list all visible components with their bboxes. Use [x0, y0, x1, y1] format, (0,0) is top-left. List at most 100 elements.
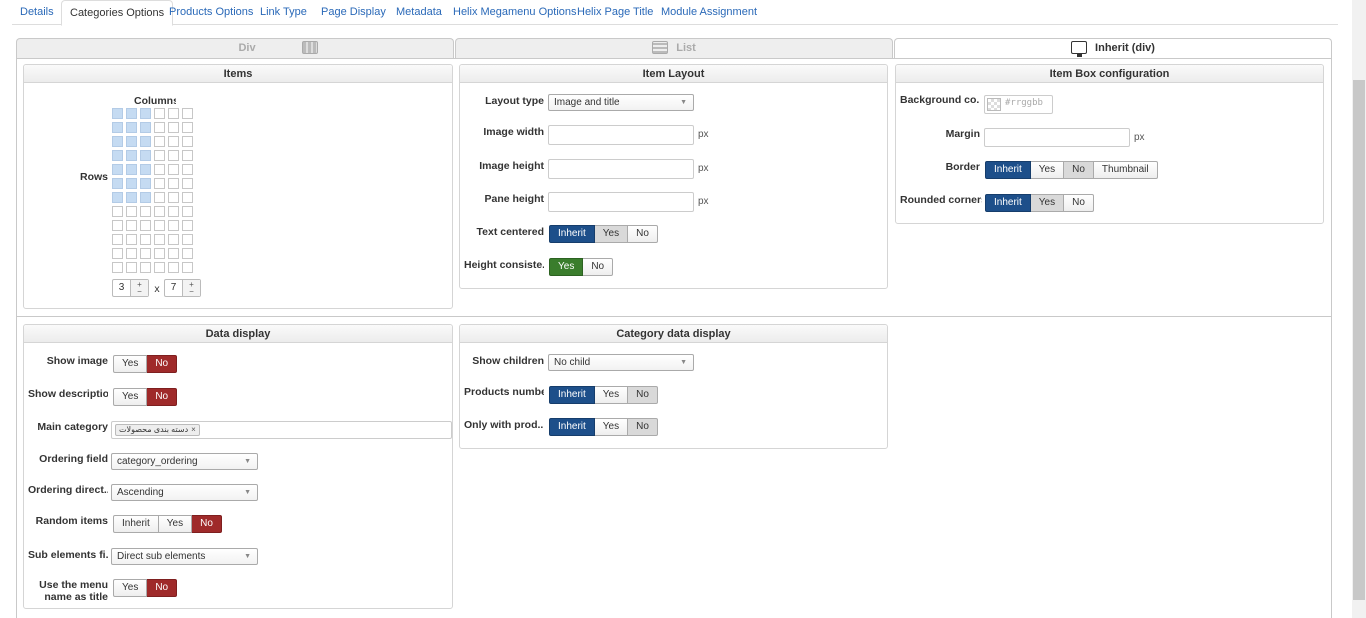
image-width-input[interactable] [548, 125, 694, 145]
layout-tab-inherit[interactable]: Inherit (div) [894, 38, 1332, 59]
tab-details[interactable]: Details [12, 0, 62, 25]
text-centered-no-button[interactable]: No [628, 225, 658, 243]
grid-cell[interactable] [154, 192, 165, 203]
grid-cell[interactable] [154, 262, 165, 273]
grid-cell[interactable] [168, 164, 179, 175]
grid-cell[interactable] [112, 248, 123, 259]
grid-cell[interactable] [112, 122, 123, 133]
image-height-input[interactable] [548, 159, 694, 179]
grid-cell[interactable] [154, 122, 165, 133]
pane-height-input[interactable] [548, 192, 694, 212]
tab-link-type[interactable]: Link Type [252, 0, 315, 25]
grid-cell[interactable] [140, 234, 151, 245]
rows-spinner[interactable]: 7 + − [164, 279, 201, 297]
layout-type-select[interactable]: Image and title ▼ [548, 94, 694, 111]
grid-cell[interactable] [154, 150, 165, 161]
rounded-no-button[interactable]: No [1064, 194, 1094, 212]
scrollbar[interactable] [1352, 0, 1366, 618]
grid-cell[interactable] [182, 220, 193, 231]
random-items-inherit-button[interactable]: Inherit [113, 515, 159, 533]
border-yes-button[interactable]: Yes [1030, 161, 1065, 179]
grid-cell[interactable] [154, 178, 165, 189]
grid-cell[interactable] [168, 262, 179, 273]
grid-cell[interactable] [140, 206, 151, 217]
show-image-yes-button[interactable]: Yes [113, 355, 148, 373]
grid-cell[interactable] [126, 108, 137, 119]
grid-cell[interactable] [112, 192, 123, 203]
grid-cell[interactable] [182, 234, 193, 245]
tab-categories-options[interactable]: Categories Options [61, 0, 174, 26]
grid-cell[interactable] [154, 164, 165, 175]
grid-cell[interactable] [182, 192, 193, 203]
grid-cell[interactable] [112, 150, 123, 161]
grid-cell[interactable] [112, 136, 123, 147]
ordering-direction-select[interactable]: Ascending ▼ [111, 484, 258, 501]
grid-cell[interactable] [168, 136, 179, 147]
products-number-yes-button[interactable]: Yes [594, 386, 629, 404]
grid-cell[interactable] [112, 178, 123, 189]
tab-module-assignment[interactable]: Module Assignment [653, 0, 765, 25]
show-image-no-button[interactable]: No [147, 355, 178, 373]
grid-cell[interactable] [126, 248, 137, 259]
grid-cell[interactable] [182, 122, 193, 133]
columns-stepper[interactable]: + − [130, 280, 148, 296]
grid-cell[interactable] [182, 150, 193, 161]
grid-cell[interactable] [168, 150, 179, 161]
grid-cell[interactable] [126, 192, 137, 203]
grid-cell[interactable] [140, 192, 151, 203]
grid-cell[interactable] [126, 178, 137, 189]
grid-cell[interactable] [140, 220, 151, 231]
only-with-products-inherit-button[interactable]: Inherit [549, 418, 595, 436]
columns-value[interactable]: 3 [113, 280, 130, 296]
grid-cell[interactable] [140, 122, 151, 133]
random-items-yes-button[interactable]: Yes [158, 515, 193, 533]
grid-cell[interactable] [126, 164, 137, 175]
grid-cell[interactable] [168, 178, 179, 189]
grid-cell[interactable] [182, 136, 193, 147]
layout-tab-list[interactable]: List [455, 38, 893, 58]
grid-cell[interactable] [140, 136, 151, 147]
grid-cell[interactable] [112, 206, 123, 217]
columns-spinner[interactable]: 3 + − [112, 279, 149, 297]
grid-cell[interactable] [126, 234, 137, 245]
grid-cell[interactable] [168, 234, 179, 245]
grid-cell[interactable] [182, 164, 193, 175]
grid-cell[interactable] [140, 178, 151, 189]
border-inherit-button[interactable]: Inherit [985, 161, 1031, 179]
grid-cell[interactable] [126, 136, 137, 147]
only-with-products-no-button[interactable]: No [628, 418, 658, 436]
grid-cell[interactable] [126, 220, 137, 231]
menu-name-no-button[interactable]: No [147, 579, 178, 597]
tab-metadata[interactable]: Metadata [388, 0, 450, 25]
grid-cell[interactable] [182, 108, 193, 119]
grid-cell[interactable] [112, 262, 123, 273]
tab-products-options[interactable]: Products Options [161, 0, 261, 25]
show-children-select[interactable]: No child ▼ [548, 354, 694, 371]
main-category-chip[interactable]: دسته بندی محصولات × [115, 424, 200, 436]
grid-cell[interactable] [168, 192, 179, 203]
text-centered-inherit-button[interactable]: Inherit [549, 225, 595, 243]
grid-cell[interactable] [126, 262, 137, 273]
grid-cell[interactable] [126, 122, 137, 133]
grid-cell[interactable] [112, 108, 123, 119]
rounded-yes-button[interactable]: Yes [1030, 194, 1065, 212]
grid-cell[interactable] [168, 206, 179, 217]
grid-cell[interactable] [154, 136, 165, 147]
show-description-no-button[interactable]: No [147, 388, 178, 406]
main-category-input[interactable]: دسته بندی محصولات × [111, 421, 452, 439]
show-description-yes-button[interactable]: Yes [113, 388, 148, 406]
margin-input[interactable] [984, 128, 1130, 147]
grid-cell[interactable] [154, 206, 165, 217]
grid-cell[interactable] [182, 206, 193, 217]
grid-cell[interactable] [154, 220, 165, 231]
only-with-products-yes-button[interactable]: Yes [594, 418, 629, 436]
grid-cell[interactable] [154, 234, 165, 245]
grid-cell[interactable] [112, 234, 123, 245]
grid-cell[interactable] [140, 150, 151, 161]
grid-cell[interactable] [182, 248, 193, 259]
grid-cell[interactable] [140, 262, 151, 273]
height-consistency-no-button[interactable]: No [583, 258, 614, 276]
tab-page-display[interactable]: Page Display [313, 0, 394, 25]
rows-value[interactable]: 7 [165, 280, 182, 296]
height-consistency-yes-button[interactable]: Yes [549, 258, 584, 276]
